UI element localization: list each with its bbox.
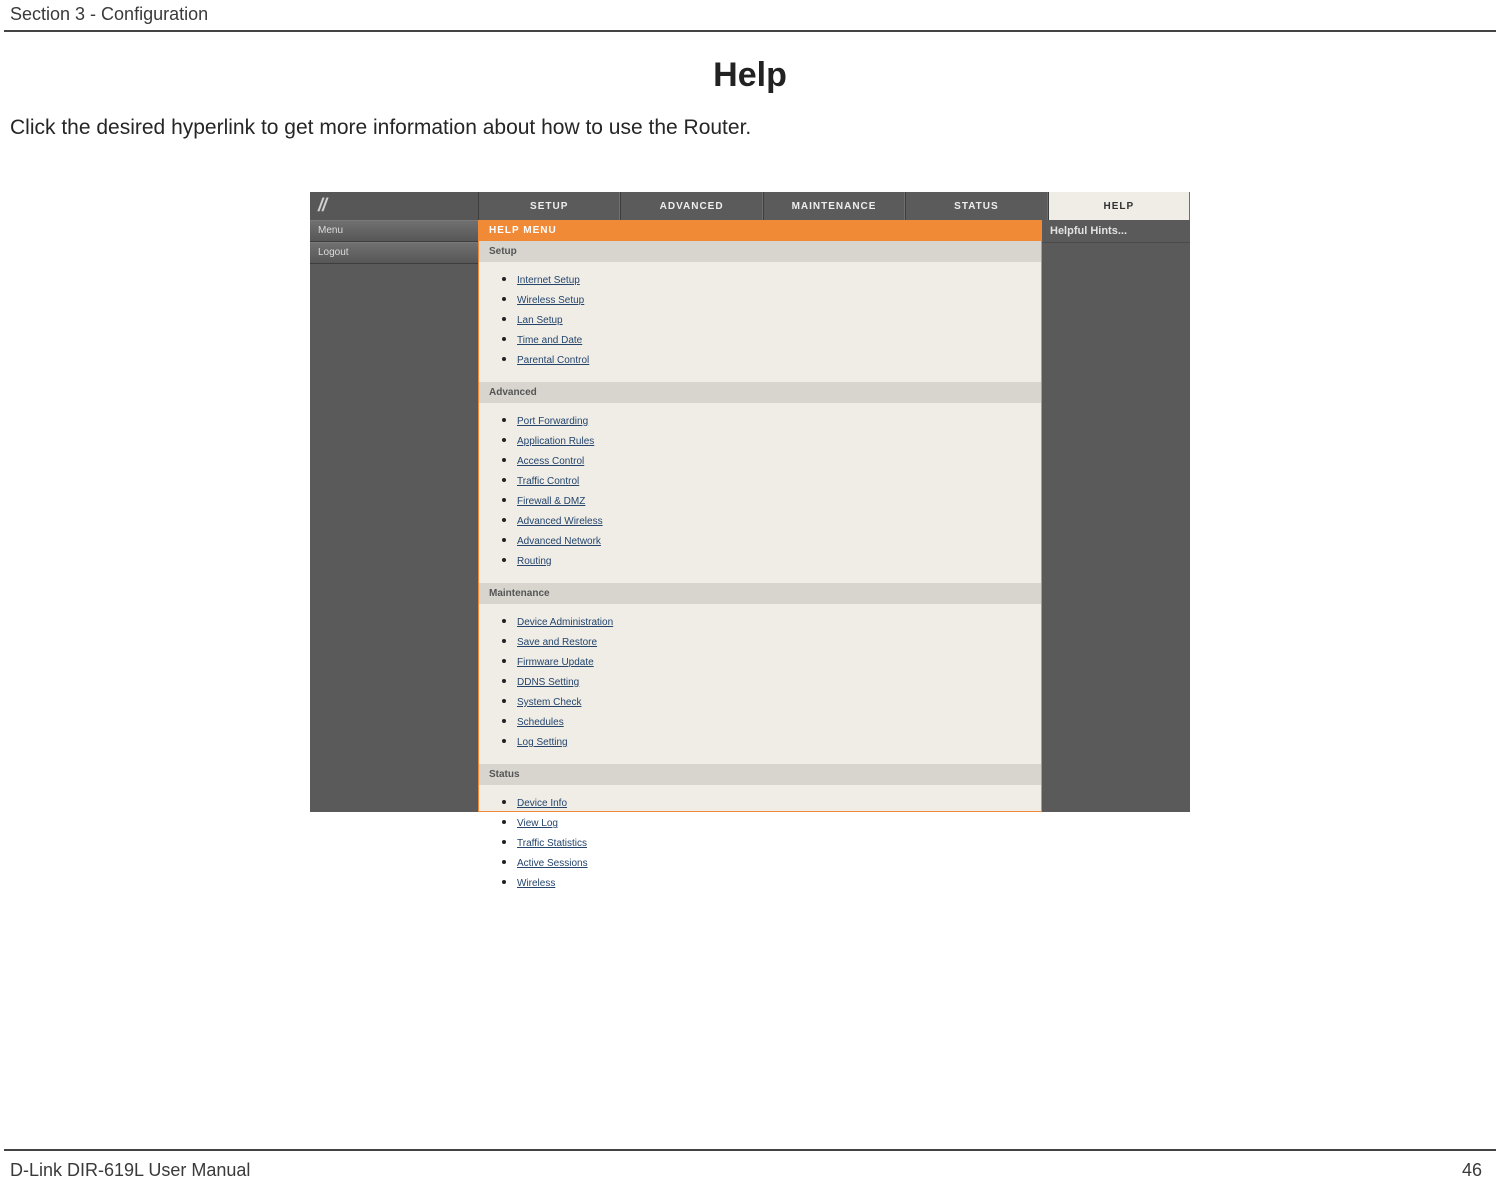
help-link[interactable]: Access Control	[517, 456, 584, 467]
list-item: Lan Setup	[517, 310, 1031, 328]
left-sidebar: Menu Logout	[310, 220, 478, 812]
list-item: Parental Control	[517, 350, 1031, 368]
hints-header: Helpful Hints...	[1042, 220, 1190, 243]
help-link[interactable]: Routing	[517, 556, 551, 567]
tab-maintenance[interactable]: MAINTENANCE	[763, 192, 905, 220]
list-item: DDNS Setting	[517, 672, 1031, 690]
list-item: Access Control	[517, 451, 1031, 469]
help-link[interactable]: Wireless	[517, 878, 555, 889]
help-link[interactable]: Active Sessions	[517, 858, 588, 869]
list-item: System Check	[517, 692, 1031, 710]
section-maintenance-links: Device Administration Save and Restore F…	[479, 604, 1041, 764]
hints-panel: Helpful Hints...	[1042, 220, 1190, 812]
list-item: Port Forwarding	[517, 411, 1031, 429]
help-link[interactable]: DDNS Setting	[517, 677, 579, 688]
sidebar-logout[interactable]: Logout	[310, 242, 478, 264]
list-item: Application Rules	[517, 431, 1031, 449]
router-ui-screenshot: // SETUP ADVANCED MAINTENANCE STATUS HEL…	[310, 192, 1190, 812]
section-advanced-title: Advanced	[479, 382, 1041, 403]
tab-status[interactable]: STATUS	[905, 192, 1047, 220]
tab-help[interactable]: HELP	[1048, 192, 1190, 220]
section-setup-title: Setup	[479, 241, 1041, 262]
top-rule	[4, 30, 1496, 32]
help-link[interactable]: Advanced Network	[517, 536, 601, 547]
section-status-links: Device Info View Log Traffic Statistics …	[479, 785, 1041, 905]
list-item: Firmware Update	[517, 652, 1031, 670]
help-link[interactable]: Log Setting	[517, 737, 568, 748]
help-link[interactable]: View Log	[517, 818, 558, 829]
sidebar-menu[interactable]: Menu	[310, 220, 478, 242]
section-maintenance-title: Maintenance	[479, 583, 1041, 604]
footer-manual-title: D-Link DIR-619L User Manual	[10, 1160, 250, 1181]
help-link[interactable]: System Check	[517, 697, 581, 708]
help-link[interactable]: Save and Restore	[517, 637, 597, 648]
list-item: Routing	[517, 551, 1031, 569]
help-link[interactable]: Parental Control	[517, 355, 589, 366]
help-link[interactable]: Firewall & DMZ	[517, 496, 585, 507]
footer-page-number: 46	[1462, 1160, 1482, 1181]
help-link[interactable]: Device Info	[517, 798, 567, 809]
list-item: Log Setting	[517, 732, 1031, 750]
help-menu-bar: HELP MENU	[479, 220, 1041, 241]
logo-area: //	[310, 192, 478, 220]
list-item: Advanced Wireless	[517, 511, 1031, 529]
list-item: Wireless Setup	[517, 290, 1031, 308]
section-header: Section 3 - Configuration	[10, 4, 208, 25]
list-item: Active Sessions	[517, 853, 1031, 871]
content-panel: HELP MENU Setup Internet Setup Wireless …	[478, 220, 1042, 812]
help-link[interactable]: Traffic Control	[517, 476, 579, 487]
list-item: Schedules	[517, 712, 1031, 730]
intro-text: Click the desired hyperlink to get more …	[10, 116, 751, 140]
help-link[interactable]: Firmware Update	[517, 657, 594, 668]
list-item: Save and Restore	[517, 632, 1031, 650]
list-item: Advanced Network	[517, 531, 1031, 549]
help-link[interactable]: Lan Setup	[517, 315, 563, 326]
list-item: Traffic Control	[517, 471, 1031, 489]
help-link[interactable]: Internet Setup	[517, 275, 580, 286]
list-item: View Log	[517, 813, 1031, 831]
tab-setup[interactable]: SETUP	[478, 192, 620, 220]
help-link[interactable]: Advanced Wireless	[517, 516, 603, 527]
help-link[interactable]: Application Rules	[517, 436, 594, 447]
help-link[interactable]: Port Forwarding	[517, 416, 588, 427]
help-link[interactable]: Device Administration	[517, 617, 613, 628]
list-item: Internet Setup	[517, 270, 1031, 288]
list-item: Wireless	[517, 873, 1031, 891]
tab-advanced[interactable]: ADVANCED	[620, 192, 762, 220]
list-item: Device Administration	[517, 612, 1031, 630]
help-link[interactable]: Wireless Setup	[517, 295, 584, 306]
help-link[interactable]: Traffic Statistics	[517, 838, 587, 849]
top-nav: // SETUP ADVANCED MAINTENANCE STATUS HEL…	[310, 192, 1190, 220]
list-item: Firewall & DMZ	[517, 491, 1031, 509]
list-item: Traffic Statistics	[517, 833, 1031, 851]
list-item: Device Info	[517, 793, 1031, 811]
help-link[interactable]: Time and Date	[517, 335, 582, 346]
section-advanced-links: Port Forwarding Application Rules Access…	[479, 403, 1041, 583]
help-link[interactable]: Schedules	[517, 717, 564, 728]
page-title: Help	[0, 56, 1500, 95]
bottom-rule	[4, 1149, 1496, 1151]
section-status-title: Status	[479, 764, 1041, 785]
section-setup-links: Internet Setup Wireless Setup Lan Setup …	[479, 262, 1041, 382]
list-item: Time and Date	[517, 330, 1031, 348]
